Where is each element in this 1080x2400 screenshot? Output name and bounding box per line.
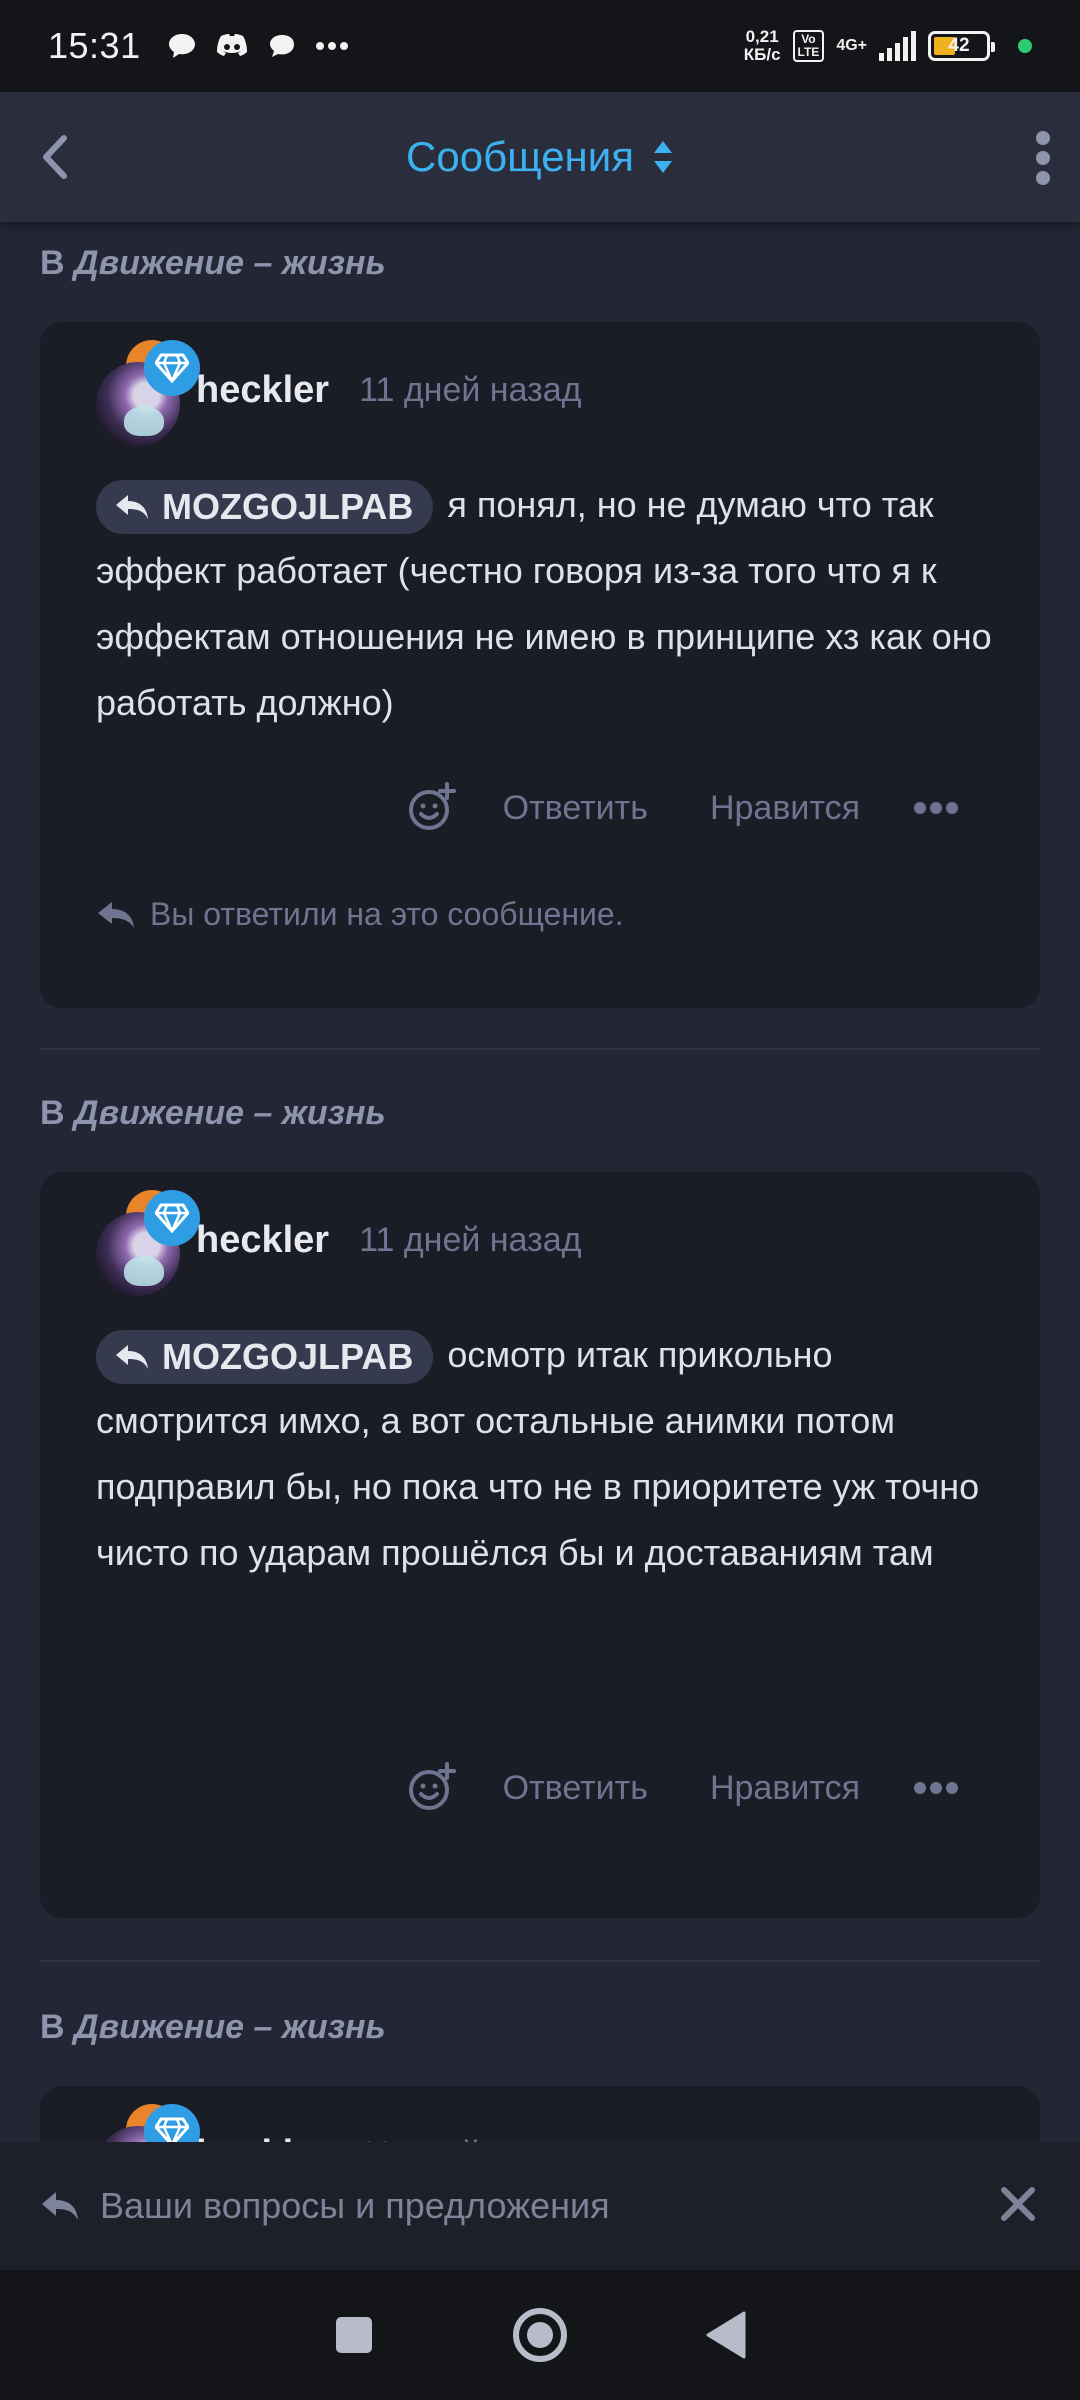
system-nav-bar	[0, 2270, 1080, 2400]
avatar[interactable]	[96, 340, 200, 446]
message-icon	[269, 35, 294, 57]
message-body: MOZGOJLPAB осмотр итак прикольно смотрит…	[96, 1322, 996, 1586]
forum-prefix: В	[40, 2008, 65, 2046]
message-author[interactable]: heckler 11 дней назад	[96, 340, 582, 446]
replied-note: Вы ответили на это сообщение.	[96, 896, 624, 933]
volte-bottom: LTE	[797, 45, 820, 59]
forum-name: Движение – жизнь	[74, 2008, 386, 2046]
like-button[interactable]: Нравится	[710, 1769, 860, 1808]
forum-name: Движение – жизнь	[74, 244, 386, 282]
quote-chip[interactable]: MOZGOJLPAB	[96, 1330, 434, 1385]
avatar[interactable]	[96, 1190, 200, 1296]
status-time: 15:31	[48, 25, 141, 66]
more-dots-icon	[315, 42, 348, 50]
message-body: MOZGOJLPAB я понял, но не думаю что так …	[96, 472, 996, 736]
discord-icon	[216, 34, 247, 56]
home-button[interactable]	[510, 2305, 570, 2365]
forum-label[interactable]: В Движение – жизнь	[40, 2008, 386, 2047]
quote-username: MOZGOJLPAB	[162, 1336, 414, 1378]
message-author[interactable]: heckler 11 дней назад	[96, 1190, 582, 1296]
privacy-dot-icon	[1018, 39, 1032, 53]
recents-icon	[336, 2317, 372, 2353]
page-title: Сообщения	[406, 133, 634, 180]
back-arrow-icon[interactable]	[34, 134, 80, 180]
reply-arrow-icon	[116, 1345, 148, 1370]
speed-value: 0,21	[745, 27, 779, 46]
signal-icon	[879, 31, 916, 61]
username[interactable]: heckler	[196, 1219, 329, 1262]
reply-bar[interactable]: Ваши вопросы и предложения	[0, 2142, 1080, 2270]
overflow-menu-icon[interactable]	[1028, 130, 1058, 186]
close-icon[interactable]	[996, 2182, 1040, 2226]
reply-button[interactable]: Ответить	[503, 789, 648, 828]
message-card: heckler 11 дней назад MOZGOJLPAB осмотр …	[40, 1172, 1040, 1918]
more-actions-icon[interactable]	[912, 798, 960, 818]
status-right: 0,21 КБ/с Vo LTE 4G+ 42	[744, 28, 1032, 64]
speed-unit: КБ/с	[743, 45, 781, 64]
more-actions-icon[interactable]	[912, 1778, 960, 1798]
notification-icons	[167, 32, 349, 60]
chat-bubble-icon	[168, 34, 195, 58]
reply-arrow-icon	[42, 2192, 78, 2220]
add-reaction-icon[interactable]	[405, 782, 457, 834]
diamond-badge-icon	[144, 340, 200, 396]
quote-username: MOZGOJLPAB	[162, 486, 414, 528]
forum-name: Движение – жизнь	[74, 1094, 386, 1132]
header-title-dropdown[interactable]: Сообщения	[406, 133, 674, 181]
quote-chip[interactable]: MOZGOJLPAB	[96, 480, 434, 535]
message-card: heckler 11 дней назад MOZGOJLPAB я понял…	[40, 322, 1040, 1008]
message-time: 11 дней назад	[359, 1220, 582, 1259]
forum-label[interactable]: В Движение – жизнь	[40, 1094, 386, 1133]
message-actions: Ответить Нравится	[405, 1758, 960, 1818]
add-reaction-icon[interactable]	[405, 1762, 457, 1814]
battery-level: 42	[948, 35, 970, 56]
reply-arrow-icon	[98, 901, 134, 928]
forum-label[interactable]: В Движение – жизнь	[40, 244, 386, 283]
like-button[interactable]: Нравится	[710, 789, 860, 828]
network-speed: 0,21 КБ/с	[744, 28, 781, 64]
username[interactable]: heckler	[196, 369, 329, 412]
recents-button[interactable]	[324, 2305, 384, 2365]
divider	[40, 1960, 1040, 1962]
forum-prefix: В	[40, 244, 65, 282]
diamond-badge-icon	[144, 1190, 200, 1246]
home-icon	[513, 2308, 567, 2362]
replied-note-text: Вы ответили на это сообщение.	[150, 896, 624, 932]
message-actions: Ответить Нравится	[405, 778, 960, 838]
back-triangle-icon	[706, 2311, 746, 2359]
volte-icon: Vo LTE	[792, 30, 825, 62]
status-bar: 15:31 0,21 КБ/с Vo LTE 4G+ 42	[0, 0, 1080, 92]
message-text-line: чисто по ударам прошёлся бы и доставания…	[96, 1532, 934, 1573]
reply-arrow-icon	[116, 495, 148, 520]
app-header: Сообщения	[0, 92, 1080, 222]
battery-icon: 42	[928, 31, 995, 61]
sort-arrows-icon	[653, 141, 672, 173]
back-button[interactable]	[696, 2305, 756, 2365]
network-type: 4G+	[836, 37, 867, 54]
forum-prefix: В	[40, 1094, 65, 1132]
message-time: 11 дней назад	[359, 370, 582, 409]
reply-placeholder: Ваши вопросы и предложения	[100, 2185, 610, 2226]
reply-button[interactable]: Ответить	[503, 1769, 648, 1808]
divider	[40, 1048, 1040, 1050]
